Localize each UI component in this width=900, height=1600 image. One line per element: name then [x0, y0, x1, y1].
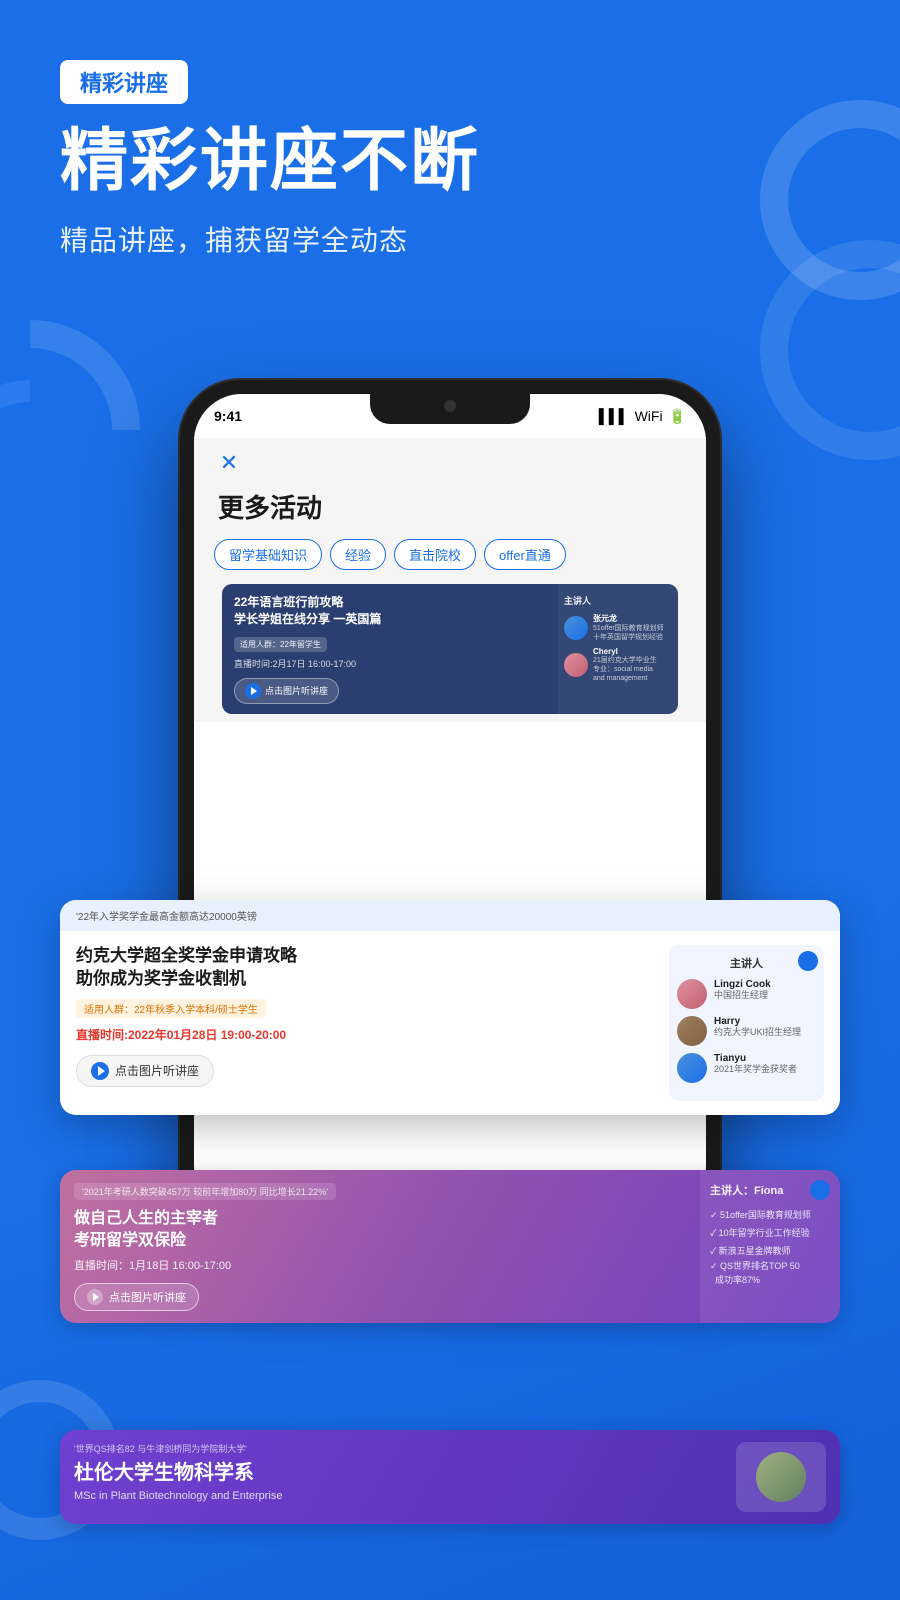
fc-right: 主讲人 Lingzi Cook 中国招生经理 Harry 约克大学UKI招生经理: [669, 945, 824, 1101]
featured-card: '22年入学奖学金最高金额高达20000英镑 约克大学超全奖学金申请攻略助你成为…: [60, 900, 840, 1115]
main-title: 精彩讲座不断: [60, 124, 840, 199]
fc-header: '22年入学奖学金最高金额高达20000英镑: [60, 900, 840, 931]
fc-left: 约克大学超全奖学金申请攻略助你成为奖学金收割机 适用人群：22年秋季入学本科/硕…: [76, 945, 657, 1101]
card-1-left: 22年语言班行前攻略学长学姐在线分享 一英国篇 适用人群：22年留学生 直播时间…: [222, 584, 558, 714]
fc-title: 约克大学超全奖学金申请攻略助你成为奖学金收割机: [76, 945, 657, 991]
bc2-subtitle: MSc in Plant Biotechnology and Enterpris…: [74, 1490, 726, 1502]
screen-section-title: 更多活动: [214, 488, 686, 525]
fc-blue-dot: [798, 951, 818, 971]
bc1-listen-btn[interactable]: 点击图片听讲座: [74, 1283, 199, 1311]
fc-play-triangle: [98, 1066, 105, 1076]
fc-speaker-0-role: 中国招生经理: [714, 990, 771, 1002]
sub-title: 精品讲座，捕获留学全动态: [60, 219, 840, 259]
bc1-play-circle: [87, 1289, 103, 1305]
deco-circle-2: [760, 240, 900, 460]
screen-content: ✕ 更多活动 留学基础知识 经验 直击院校 offer直通 22年语言班行前攻略…: [194, 438, 706, 722]
bc2-avatar: [756, 1452, 806, 1502]
speaker-avatar-1: [564, 653, 588, 677]
status-icons: ▌▌▌ WiFi 🔋: [599, 408, 686, 425]
fc-speaker-2-role: 2021年奖学金获奖者: [714, 1064, 797, 1076]
fc-play-circle: [91, 1062, 109, 1080]
fc-speaker-1: Harry 约克大学UKI招生经理: [677, 1016, 816, 1046]
fc-speaker-1-role: 约克大学UKI招生经理: [714, 1027, 801, 1039]
bc1-left: '2021年考研人数突破457万 较前年增加80万 同比增长21.22%' 做自…: [60, 1170, 700, 1323]
fc-avatar-1: [677, 1016, 707, 1046]
fc-avatar-2: [677, 1053, 707, 1083]
card-1-wrapper: 22年语言班行前攻略学长学姐在线分享 一英国篇 适用人群：22年留学生 直播时间…: [214, 584, 686, 722]
filter-tab-2[interactable]: 直击院校: [394, 539, 476, 570]
fc-listen-btn[interactable]: 点击图片听讲座: [76, 1055, 214, 1087]
lecture-card-1[interactable]: 22年语言班行前攻略学长学姐在线分享 一英国篇 适用人群：22年留学生 直播时间…: [222, 584, 678, 714]
fc-speaker-2: Tianyu 2021年奖学金获奖者: [677, 1053, 816, 1083]
bc1-blue-dot: [810, 1180, 830, 1200]
bottom-card-2[interactable]: '世界QS排名82 与牛津剑桥同为学院制大学' 杜伦大学生物科学系 MSc in…: [60, 1430, 840, 1524]
card-1-time: 直播时间:2月17日 16:00-17:00: [234, 657, 546, 670]
speaker-1-name: Cheryl: [593, 647, 657, 656]
fc-speaker-0: Lingzi Cook 中国招生经理: [677, 979, 816, 1009]
card-1-host-label: 主讲人: [564, 594, 672, 607]
close-button[interactable]: ✕: [214, 448, 244, 478]
filter-tabs: 留学基础知识 经验 直击院校 offer直通: [214, 539, 686, 570]
fc-speaker-0-name: Lingzi Cook: [714, 979, 771, 990]
speaker-1-info: Cheryl 21届约克大学毕业生专业：social mediaand mana…: [593, 647, 657, 683]
fc-body: 约克大学超全奖学金申请攻略助你成为奖学金收割机 适用人群：22年秋季入学本科/硕…: [60, 931, 840, 1115]
bc2-right: [736, 1442, 826, 1512]
speaker-0-role: 51offer国际教育规划师十年英国留学规划经验: [593, 624, 664, 642]
header: 精彩讲座 精彩讲座不断 精品讲座，捕获留学全动态: [60, 60, 840, 259]
filter-tab-1[interactable]: 经验: [330, 539, 386, 570]
fc-speaker-1-info: Harry 约克大学UKI招生经理: [714, 1016, 801, 1039]
card-1-right: 主讲人 张元龙 51offer国际教育规划师十年英国留学规划经验: [558, 584, 678, 714]
bottom-card-1[interactable]: '2021年考研人数突破457万 较前年增加80万 同比增长21.22%' 做自…: [60, 1170, 840, 1323]
tag-badge: 精彩讲座: [60, 60, 188, 104]
filter-tab-0[interactable]: 留学基础知识: [214, 539, 322, 570]
bc2-left: '世界QS排名82 与牛津剑桥同为学院制大学' 杜伦大学生物科学系 MSc in…: [74, 1442, 726, 1502]
speaker-0-name: 张元龙: [593, 613, 664, 624]
speaker-avatar-0: [564, 616, 588, 640]
fc-top-tag: '22年入学奖学金最高金额高达20000英镑: [76, 912, 257, 923]
bc1-checks: ✓ 51offer国际教育规划师 ✓ 10年留学行业工作经验 ✓ 新浪五星金牌教…: [710, 1206, 830, 1287]
card-1-speaker-0: 张元龙 51offer国际教育规划师十年英国留学规划经验: [564, 613, 672, 642]
bc1-btn-label: 点击图片听讲座: [109, 1289, 186, 1305]
bc1-title: 做自己人生的主宰者考研留学双保险: [74, 1208, 686, 1251]
fc-speakers-label: 主讲人: [677, 955, 816, 971]
bc2-top-tag: '世界QS排名82 与牛津剑桥同为学院制大学': [74, 1442, 726, 1455]
fc-btn-label: 点击图片听讲座: [115, 1062, 199, 1079]
card-1-btn-label: 点击图片听讲座: [265, 684, 328, 697]
fc-avatar-0: [677, 979, 707, 1009]
bc1-right: 主讲人：Fiona ✓ 51offer国际教育规划师 ✓ 10年留学行业工作经验…: [700, 1170, 840, 1323]
play-icon-1: [245, 683, 261, 699]
card-1-listen-btn[interactable]: 点击图片听讲座: [234, 678, 339, 704]
filter-tab-3[interactable]: offer直通: [484, 539, 566, 570]
bc2-title: 杜伦大学生物科学系: [74, 1461, 726, 1486]
fc-speaker-2-info: Tianyu 2021年奖学金获奖者: [714, 1053, 797, 1076]
speaker-1-role: 21届约克大学毕业生专业：social mediaand management: [593, 656, 657, 683]
card-1-speaker-1: Cheryl 21届约克大学毕业生专业：social mediaand mana…: [564, 647, 672, 683]
fc-speaker-0-info: Lingzi Cook 中国招生经理: [714, 979, 771, 1002]
status-time: 9:41: [214, 408, 242, 424]
battery-icon: 🔋: [669, 408, 686, 425]
card-1-title: 22年语言班行前攻略学长学姐在线分享 一英国篇: [234, 594, 546, 628]
fc-time: 直播时间:2022年01月28日 19:00-20:00: [76, 1026, 657, 1043]
fc-audience: 适用人群：22年秋季入学本科/硕士学生: [76, 999, 266, 1018]
play-triangle-1: [251, 687, 257, 695]
phone-camera: [444, 400, 456, 412]
wifi-icon: WiFi: [635, 408, 663, 424]
signal-icon: ▌▌▌: [599, 408, 629, 424]
bc1-time: 直播时间：1月18日 16:00-17:00: [74, 1257, 686, 1273]
fc-speaker-1-name: Harry: [714, 1016, 801, 1027]
card-1-audience: 适用人群：22年留学生: [234, 637, 327, 652]
bc1-play-triangle: [93, 1293, 99, 1301]
bc1-top-tag: '2021年考研人数突破457万 较前年增加80万 同比增长21.22%': [74, 1183, 336, 1200]
fc-speaker-2-name: Tianyu: [714, 1053, 797, 1064]
speaker-0-info: 张元龙 51offer国际教育规划师十年英国留学规划经验: [593, 613, 664, 642]
